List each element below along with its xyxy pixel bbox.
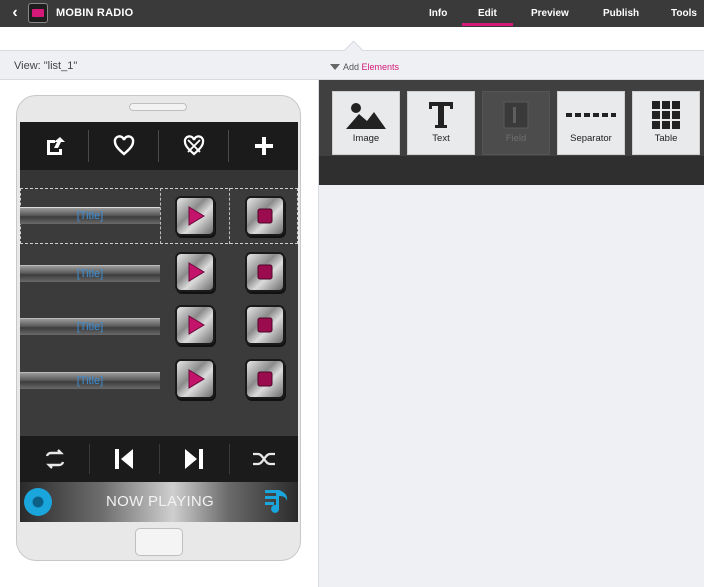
separator-icon — [558, 100, 624, 130]
phone-home-button[interactable] — [135, 528, 183, 556]
top-icon-bar — [20, 122, 298, 170]
palette-table[interactable]: Table — [632, 91, 700, 155]
play-icon[interactable] — [175, 305, 215, 345]
add-label: Add — [343, 62, 360, 72]
repeat-icon[interactable] — [20, 436, 89, 482]
playlist-music-icon[interactable] — [263, 486, 293, 518]
edit-pointer-notch — [341, 37, 365, 51]
app-title: MOBIN RADIO — [56, 7, 134, 19]
list-item-title[interactable]: [Title] — [20, 318, 160, 335]
list-item-title[interactable]: [Title] — [20, 265, 160, 282]
field-icon — [483, 100, 549, 130]
table-icon — [633, 100, 699, 130]
palette-field-label: Field — [505, 133, 527, 144]
play-icon[interactable] — [175, 196, 215, 236]
palette-text-label: Text — [432, 133, 450, 144]
stop-icon[interactable] — [245, 196, 285, 236]
share-icon[interactable] — [20, 122, 89, 170]
phone-speaker — [129, 103, 187, 111]
app-logo-icon — [28, 3, 48, 23]
nav-tools[interactable]: Tools — [671, 0, 697, 27]
phone-frame: [Title] [Title] [Title] [Title] NOW PLAY… — [16, 95, 301, 561]
nav-publish[interactable]: Publish — [603, 0, 639, 27]
palette-footer — [319, 156, 704, 185]
list-item[interactable]: [Title] — [20, 354, 298, 410]
elements-label: Elements — [361, 62, 400, 72]
phone-screen: [Title] [Title] [Title] [Title] NOW PLAY… — [20, 122, 298, 522]
heart-icon[interactable] — [89, 122, 158, 170]
stop-icon[interactable] — [245, 252, 285, 292]
now-playing-bar: NOW PLAYING — [20, 482, 298, 522]
palette-separator-label: Separator — [570, 133, 612, 144]
play-icon[interactable] — [175, 252, 215, 292]
palette-separator[interactable]: Separator — [557, 91, 625, 155]
stop-icon[interactable] — [245, 305, 285, 345]
list-item[interactable]: [Title] — [20, 300, 298, 356]
back-chevron-icon[interactable]: ‹ — [6, 4, 24, 22]
next-icon[interactable] — [159, 436, 228, 482]
palette-image-label: Image — [352, 133, 380, 144]
cell-divider — [160, 188, 161, 244]
stop-icon[interactable] — [245, 359, 285, 399]
player-controls — [20, 436, 298, 482]
list-item-title[interactable]: [Title] — [20, 372, 160, 389]
heart-off-icon[interactable] — [159, 122, 228, 170]
top-bar: ‹ MOBIN RADIO Info Edit Preview Publish … — [0, 0, 704, 27]
list-item[interactable]: [Title] — [20, 246, 298, 302]
palette-image[interactable]: Image — [332, 91, 400, 155]
plus-icon[interactable] — [229, 122, 298, 170]
nav-edit[interactable]: Edit — [462, 0, 513, 27]
palette-text[interactable]: Text — [407, 91, 475, 155]
add-elements-toggle[interactable]: Add Elements — [330, 62, 399, 72]
triangle-down-icon — [330, 64, 340, 70]
list-item-title[interactable]: [Title] — [20, 207, 160, 224]
palette-field[interactable]: Field — [482, 91, 550, 155]
disc-icon[interactable] — [24, 488, 52, 516]
list-item[interactable]: [Title] — [20, 188, 298, 244]
station-list: [Title] [Title] [Title] [Title] — [20, 170, 298, 436]
list-header-strip — [20, 170, 298, 188]
cell-divider — [229, 188, 230, 244]
image-icon — [333, 100, 399, 130]
previous-icon[interactable] — [89, 436, 158, 482]
view-label: View: "list_1" — [14, 60, 78, 72]
shuffle-icon[interactable] — [229, 436, 298, 482]
nav-preview[interactable]: Preview — [531, 0, 569, 27]
palette-table-label: Table — [654, 133, 678, 144]
nav-info[interactable]: Info — [429, 0, 447, 27]
text-icon — [408, 100, 474, 130]
play-icon[interactable] — [175, 359, 215, 399]
now-playing-label: NOW PLAYING — [105, 493, 215, 510]
